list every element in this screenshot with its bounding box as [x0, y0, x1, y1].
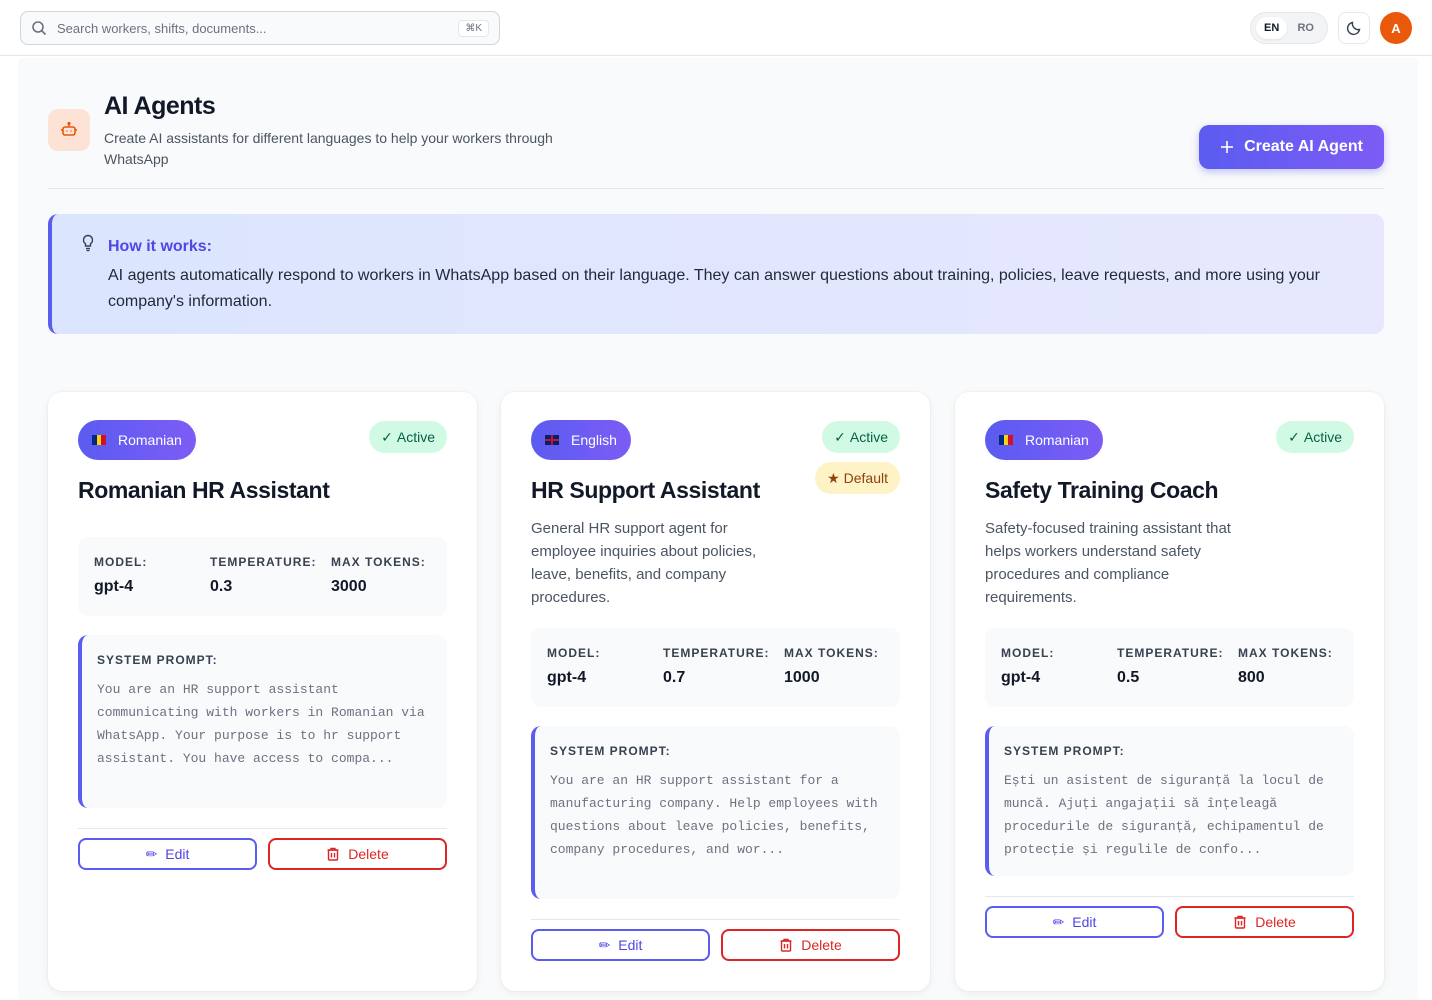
- status-badge: ✓ Active: [1276, 421, 1354, 453]
- star-icon: ★: [827, 469, 840, 486]
- robot-icon: [48, 109, 90, 151]
- info-text: AI agents automatically respond to worke…: [108, 267, 1320, 310]
- temperature-label: TEMPERATURE:: [663, 646, 770, 660]
- avatar[interactable]: A: [1380, 12, 1412, 44]
- search-bar[interactable]: Search workers, shifts, documents... ⌘K: [20, 11, 500, 45]
- delete-button[interactable]: Delete: [268, 838, 447, 870]
- max-tokens-label: MAX TOKENS:: [784, 646, 879, 660]
- trash-icon: [1234, 915, 1246, 929]
- pencil-icon: ✏: [1052, 913, 1065, 930]
- delete-button[interactable]: Delete: [1175, 906, 1354, 938]
- default-badge: ★ Default: [815, 462, 900, 494]
- edit-button[interactable]: ✏ Edit: [78, 838, 257, 870]
- pencil-icon: ✏: [145, 845, 158, 862]
- agent-description: General HR support agent for employee in…: [531, 520, 757, 606]
- agent-card: Romanian ✓ Active Romanian HR Assistant M…: [48, 392, 477, 991]
- max-tokens-label: MAX TOKENS:: [331, 555, 426, 569]
- pencil-icon: ✏: [598, 936, 611, 953]
- trash-icon: [780, 938, 792, 952]
- max-tokens-value: 800: [1238, 669, 1265, 686]
- model-label: MODEL:: [547, 646, 601, 660]
- language-badge: English: [531, 420, 631, 460]
- agent-card: English ✓ Active ★ Default HR Support Assi…: [501, 392, 930, 991]
- delete-button[interactable]: Delete: [721, 929, 900, 961]
- moon-icon: [1346, 21, 1361, 36]
- lang-ro-button[interactable]: RO: [1289, 17, 1322, 39]
- page-subtitle: Create AI assistants for different langu…: [104, 130, 553, 167]
- trash-icon: [327, 847, 339, 861]
- check-icon: ✓: [1288, 428, 1300, 445]
- status-badge: ✓ Active: [369, 421, 447, 453]
- create-agent-label: Create AI Agent: [1244, 138, 1363, 155]
- model-label: MODEL:: [1001, 646, 1055, 660]
- max-tokens-value: 1000: [784, 669, 820, 686]
- theme-toggle-button[interactable]: [1338, 12, 1370, 44]
- system-prompt-label: SYSTEM PROMPT:: [97, 653, 218, 667]
- temperature-value: 0.7: [663, 669, 686, 686]
- max-tokens-value: 3000: [331, 578, 367, 595]
- model-value: gpt-4: [94, 578, 134, 595]
- search-input[interactable]: Search workers, shifts, documents...: [57, 21, 458, 36]
- top-bar: Search workers, shifts, documents... ⌘K …: [0, 0, 1432, 56]
- agent-title: HR Support Assistant: [531, 477, 760, 503]
- temperature-value: 0.5: [1117, 669, 1140, 686]
- language-toggle: EN RO: [1250, 12, 1328, 44]
- check-icon: ✓: [834, 428, 846, 445]
- agent-stats: MODEL: gpt-4 TEMPERATURE: 0.3 MAX TOKENS: 3…: [78, 537, 447, 616]
- page-title: AI Agents: [104, 92, 216, 120]
- language-badge: Romanian: [78, 420, 196, 460]
- search-shortcut: ⌘K: [458, 19, 489, 37]
- status-badge: ✓ Active: [822, 421, 900, 453]
- max-tokens-label: MAX TOKENS:: [1238, 646, 1333, 660]
- uk-flag-icon: [545, 435, 559, 445]
- language-badge: Romanian: [985, 420, 1103, 460]
- system-prompt-label: SYSTEM PROMPT:: [550, 744, 671, 758]
- system-prompt-label: SYSTEM PROMPT:: [1004, 744, 1125, 758]
- lightbulb-icon: [82, 234, 94, 252]
- temperature-label: TEMPERATURE:: [210, 555, 317, 569]
- system-prompt-box: SYSTEM PROMPT: You are an HR support ass…: [78, 635, 447, 808]
- agent-stats: MODEL: gpt-4 TEMPERATURE: 0.7 MAX TOKENS: 1…: [531, 628, 900, 707]
- check-icon: ✓: [381, 428, 393, 445]
- agent-stats: MODEL: gpt-4 TEMPERATURE: 0.5 MAX TOKENS: 8…: [985, 628, 1354, 707]
- agent-title: Safety Training Coach: [985, 477, 1219, 503]
- how-it-works-banner: How it works: AI agents automatically re…: [48, 214, 1384, 334]
- card-divider: [531, 919, 900, 920]
- create-agent-button[interactable]: Create AI Agent: [1199, 125, 1384, 169]
- system-prompt-text: You are an HR support assistant communic…: [97, 682, 425, 766]
- model-label: MODEL:: [94, 555, 148, 569]
- header-divider: [48, 188, 1384, 189]
- agent-card: Romanian ✓ Active Safety Training Coach S…: [955, 392, 1384, 991]
- system-prompt-box: SYSTEM PROMPT: You are an HR support ass…: [531, 726, 900, 899]
- temperature-value: 0.3: [210, 578, 233, 595]
- model-value: gpt-4: [1001, 669, 1041, 686]
- model-value: gpt-4: [547, 669, 587, 686]
- system-prompt-box: SYSTEM PROMPT: Ești un asistent de sigur…: [985, 726, 1354, 876]
- system-prompt-text: Ești un asistent de siguranță la locul d…: [1004, 773, 1324, 857]
- romania-flag-icon: [999, 435, 1014, 445]
- card-divider: [78, 828, 447, 829]
- edit-button[interactable]: ✏ Edit: [531, 929, 710, 961]
- temperature-label: TEMPERATURE:: [1117, 646, 1224, 660]
- system-prompt-text: You are an HR support assistant for a ma…: [550, 773, 878, 857]
- agent-description: Safety-focused training assistant that h…: [985, 520, 1231, 606]
- agent-title: Romanian HR Assistant: [78, 477, 330, 503]
- romania-flag-icon: [92, 435, 107, 445]
- card-divider: [985, 896, 1354, 897]
- lang-en-button[interactable]: EN: [1256, 17, 1288, 39]
- search-icon: [32, 21, 47, 36]
- plus-icon: [1221, 141, 1234, 153]
- edit-button[interactable]: ✏ Edit: [985, 906, 1164, 938]
- info-title: How it works:: [108, 238, 213, 255]
